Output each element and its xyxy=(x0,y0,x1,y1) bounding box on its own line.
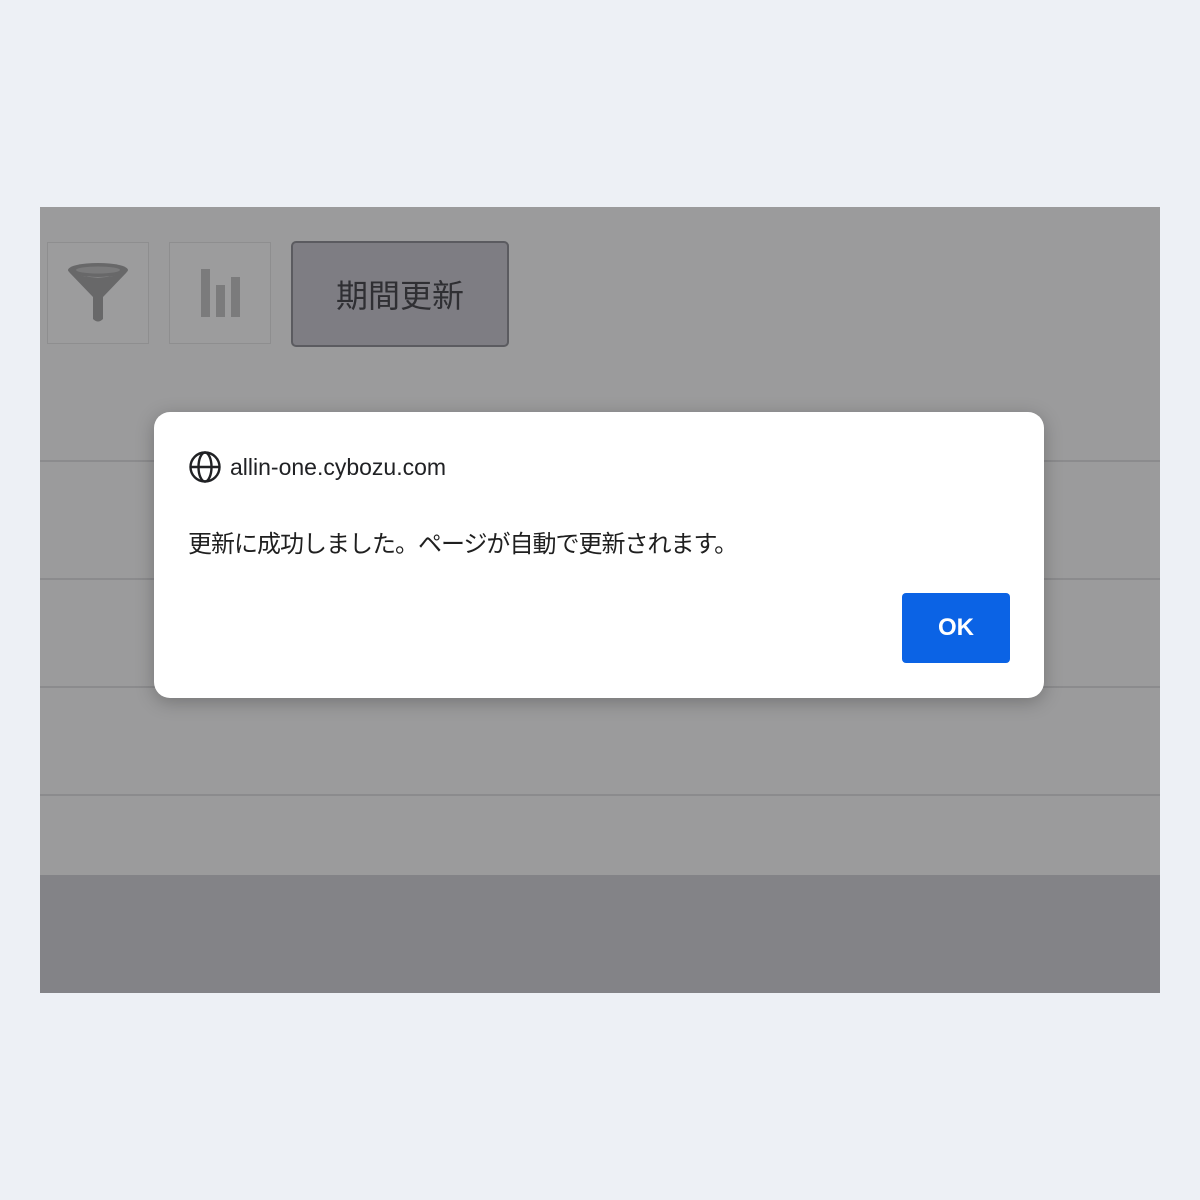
funnel-icon xyxy=(68,263,128,322)
dialog-origin: allin-one.cybozu.com xyxy=(188,450,446,484)
alert-dialog: allin-one.cybozu.com 更新に成功しました。ページが自動で更新… xyxy=(154,412,1044,698)
period-update-button[interactable]: 期間更新 xyxy=(291,241,509,347)
footer-bar xyxy=(40,875,1160,993)
dialog-origin-text: allin-one.cybozu.com xyxy=(230,453,447,480)
globe-icon xyxy=(189,451,221,483)
dialog-message: 更新に成功しました。ページが自動で更新されます。 xyxy=(188,530,738,558)
ok-button[interactable]: OK xyxy=(902,593,1010,663)
filter-button[interactable] xyxy=(47,242,149,344)
row-divider xyxy=(40,794,1160,796)
bar-chart-icon xyxy=(201,269,240,317)
graph-button[interactable] xyxy=(169,242,271,344)
